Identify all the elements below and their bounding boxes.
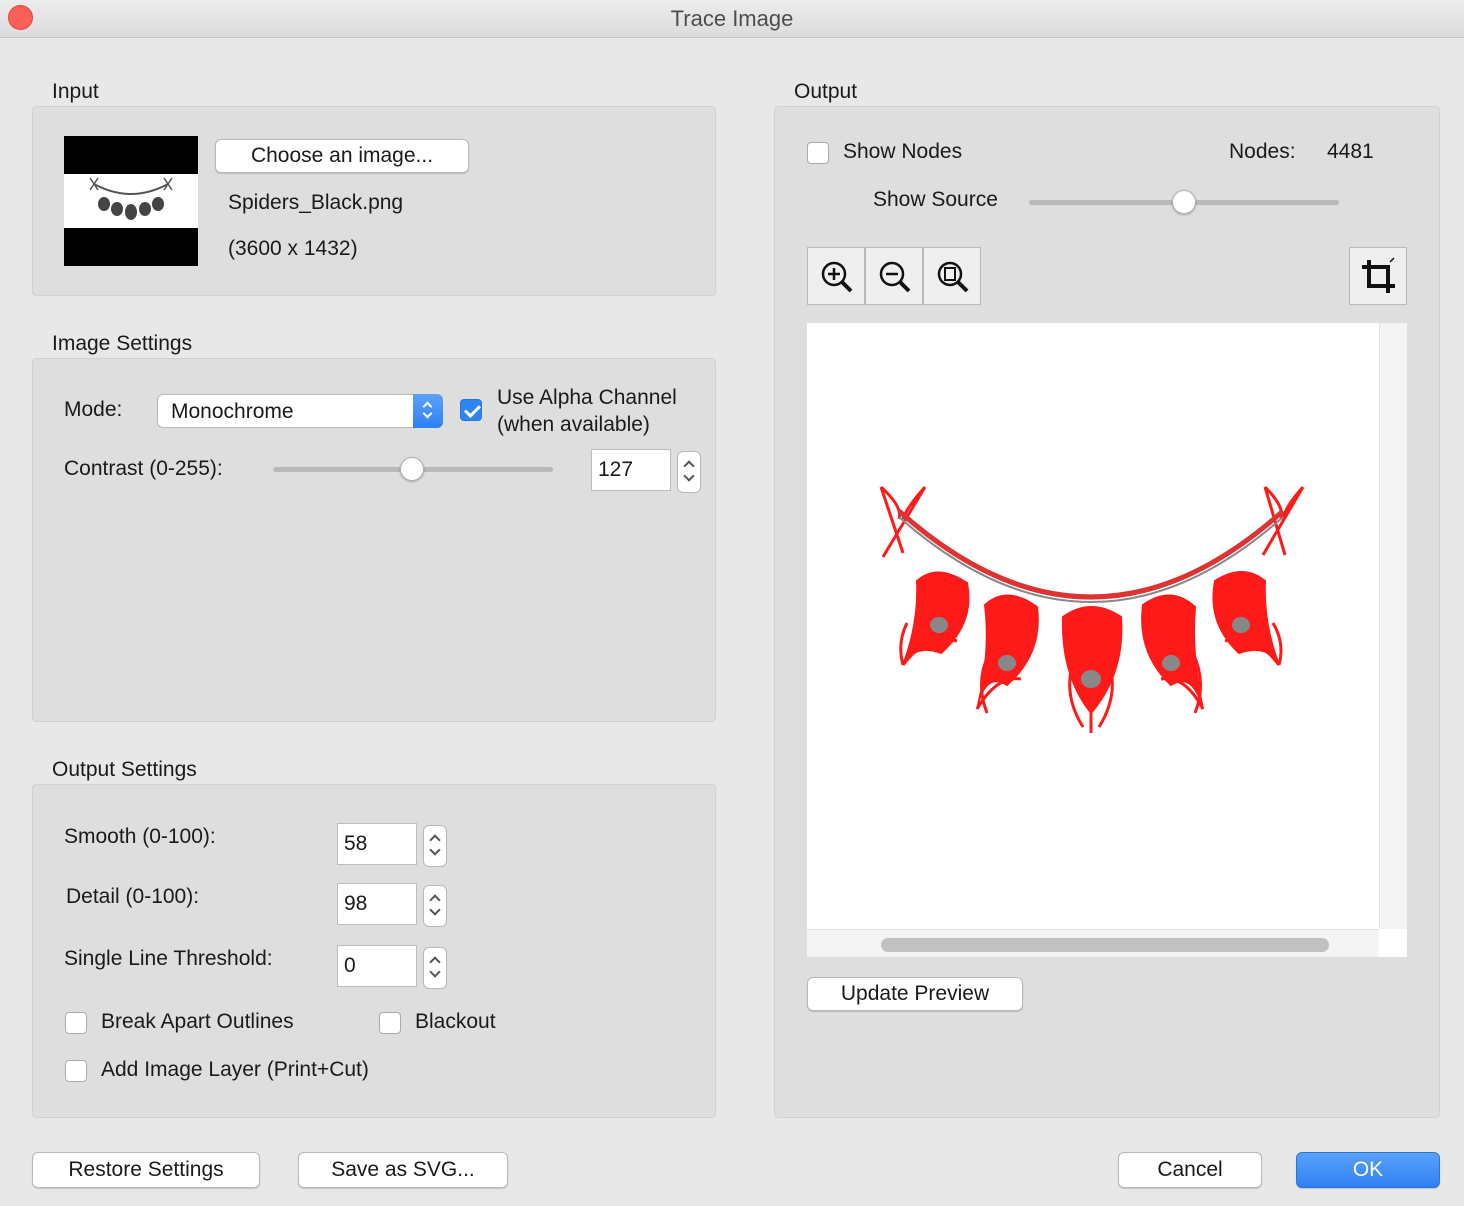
title-bar: Trace Image <box>0 0 1464 38</box>
output-panel: Show Nodes Nodes: 4481 Show Source Updat… <box>774 106 1440 1118</box>
contrast-stepper[interactable] <box>677 451 701 493</box>
input-section-label: Input <box>52 80 99 103</box>
crop-icon <box>1362 257 1395 293</box>
update-preview-button[interactable]: Update Preview <box>807 977 1023 1011</box>
thumbnail-necklace-image <box>89 177 173 220</box>
zoom-in-button[interactable] <box>807 247 865 305</box>
mode-label: Mode: <box>64 398 123 421</box>
use-alpha-channel-checkbox[interactable] <box>460 399 482 421</box>
image-settings-section-label: Image Settings <box>52 332 193 355</box>
smooth-label: Smooth (0-100): <box>64 825 216 848</box>
traced-necklace-image <box>879 485 1305 733</box>
blackout-label: Blackout <box>415 1010 496 1033</box>
restore-settings-button[interactable]: Restore Settings <box>32 1152 260 1188</box>
break-apart-outlines-label: Break Apart Outlines <box>101 1010 294 1033</box>
trace-preview-canvas[interactable] <box>807 323 1407 957</box>
show-source-slider-knob[interactable] <box>1172 190 1196 214</box>
show-nodes-label: Show Nodes <box>843 140 963 163</box>
smooth-stepper[interactable] <box>423 825 447 867</box>
cancel-button[interactable]: Cancel <box>1118 1152 1262 1188</box>
zoom-in-icon <box>821 261 853 293</box>
select-arrows-icon <box>413 394 443 428</box>
detail-label: Detail (0-100): <box>66 885 200 908</box>
zoom-fit-button[interactable] <box>923 247 981 305</box>
contrast-input[interactable]: 127 <box>591 449 671 491</box>
add-image-layer-checkbox[interactable] <box>65 1060 87 1082</box>
contrast-label: Contrast (0-255): <box>64 457 223 480</box>
output-settings-panel: Smooth (0-100): 58 Detail (0-100): 98 Si… <box>32 784 716 1118</box>
choose-image-button[interactable]: Choose an image... <box>215 139 469 173</box>
mode-select-value: Monochrome <box>171 400 294 423</box>
zoom-out-icon <box>879 261 911 293</box>
input-dimensions: (3600 x 1432) <box>228 237 358 260</box>
output-section-label: Output <box>794 80 858 103</box>
preview-horizontal-scrollbar[interactable] <box>807 929 1379 957</box>
blackout-checkbox[interactable] <box>379 1012 401 1034</box>
zoom-fit-icon <box>937 261 969 293</box>
save-as-svg-button[interactable]: Save as SVG... <box>298 1152 508 1188</box>
break-apart-outlines-checkbox[interactable] <box>65 1012 87 1034</box>
crop-button[interactable] <box>1349 247 1407 305</box>
nodes-count: 4481 <box>1327 140 1374 163</box>
contrast-slider-knob[interactable] <box>400 457 425 481</box>
zoom-out-button[interactable] <box>865 247 923 305</box>
use-alpha-channel-sublabel: (when available) <box>497 413 650 436</box>
add-image-layer-label: Add Image Layer (Print+Cut) <box>101 1058 369 1081</box>
use-alpha-channel-label: Use Alpha Channel <box>497 386 677 409</box>
output-settings-section-label: Output Settings <box>52 758 197 781</box>
smooth-input[interactable]: 58 <box>337 823 417 865</box>
preview-vertical-scrollbar[interactable] <box>1379 323 1407 929</box>
input-file-name: Spiders_Black.png <box>228 191 404 214</box>
horizontal-scroll-thumb[interactable] <box>881 938 1329 952</box>
nodes-label: Nodes: <box>1229 140 1296 163</box>
detail-input[interactable]: 98 <box>337 883 417 925</box>
window-title: Trace Image <box>670 6 794 31</box>
detail-stepper[interactable] <box>423 885 447 927</box>
mode-select[interactable]: Monochrome <box>157 394 443 428</box>
input-thumbnail <box>64 136 198 266</box>
single-line-threshold-stepper[interactable] <box>423 947 447 989</box>
image-settings-panel: Mode: Monochrome Use Alpha Channel (when… <box>32 358 716 722</box>
input-panel: Choose an image... Spiders_Black.png (36… <box>32 106 716 296</box>
show-nodes-checkbox[interactable] <box>807 142 829 164</box>
show-source-label: Show Source <box>873 188 998 211</box>
single-line-threshold-label: Single Line Threshold: <box>64 947 273 970</box>
ok-button[interactable]: OK <box>1296 1152 1440 1188</box>
single-line-threshold-input[interactable]: 0 <box>337 945 417 987</box>
